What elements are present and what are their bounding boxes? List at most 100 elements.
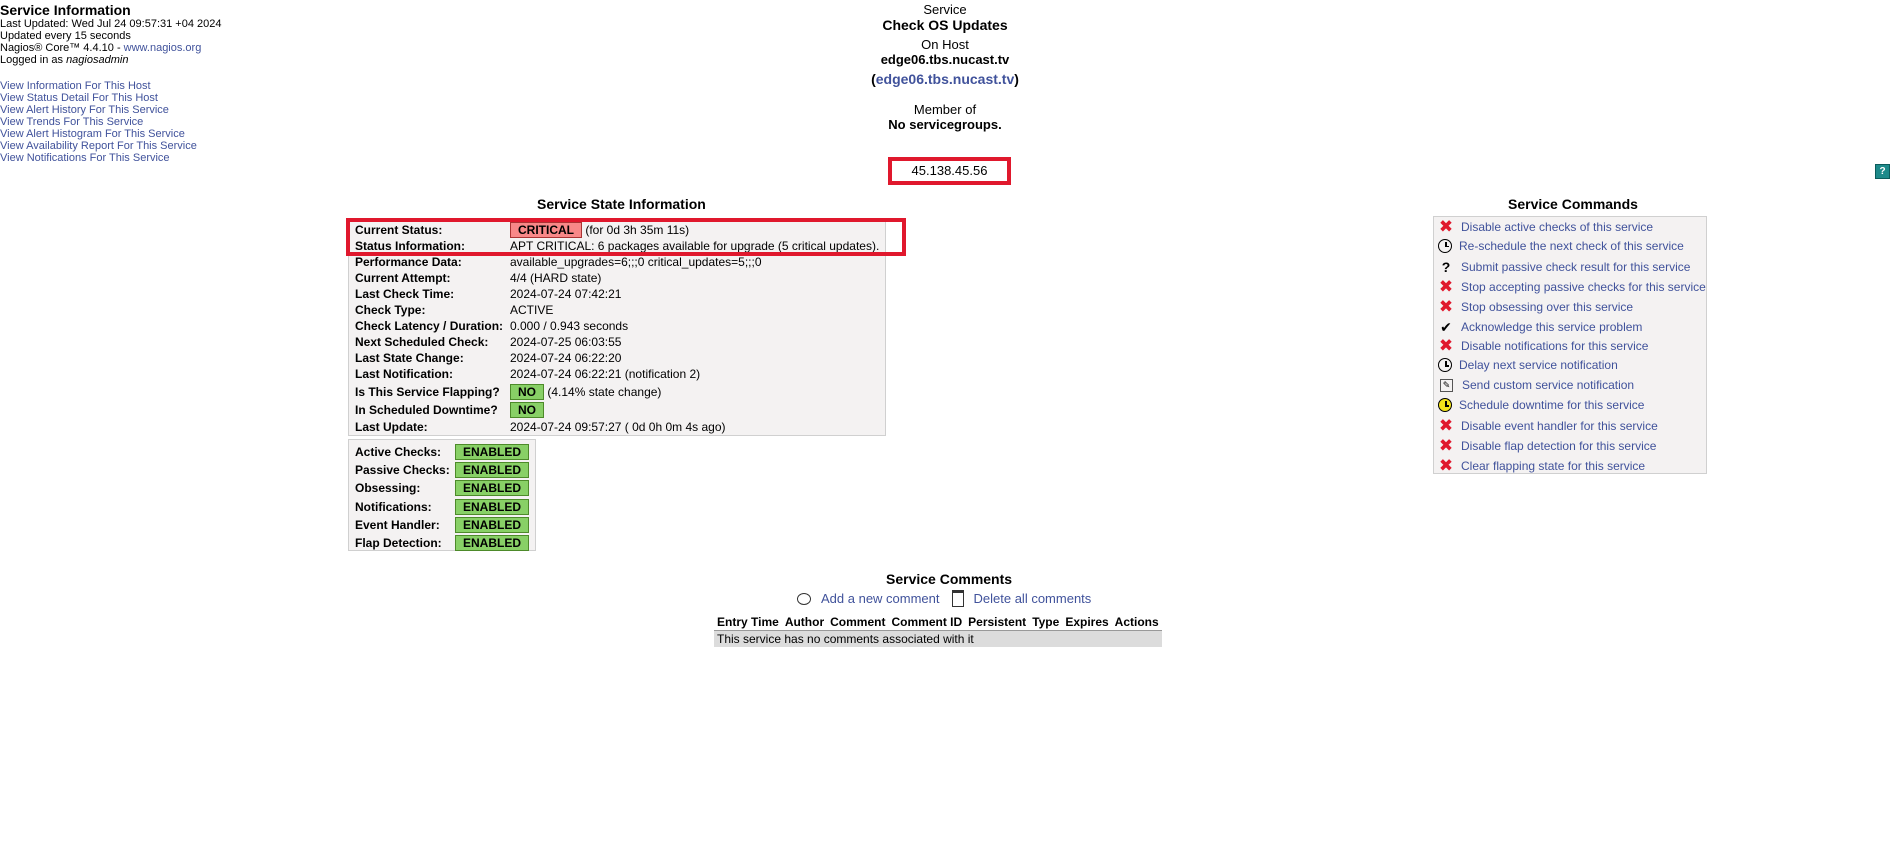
state-row-last-check-time: Last Check Time: 2024-07-24 07:42:21 bbox=[355, 287, 621, 301]
state-label: In Scheduled Downtime? bbox=[355, 403, 498, 417]
state-label: Status Information: bbox=[355, 239, 465, 253]
command-link[interactable]: Send custom service notification bbox=[1462, 378, 1634, 392]
column-expires: Expires bbox=[1062, 614, 1112, 631]
command-link[interactable]: Disable active checks of this service bbox=[1461, 220, 1653, 234]
state-row-check-type: Check Type: ACTIVE bbox=[355, 303, 553, 317]
comments-empty-row: This service has no comments associated … bbox=[714, 630, 1162, 647]
command-link[interactable]: Delay next service notification bbox=[1459, 358, 1618, 372]
state-label: Current Attempt: bbox=[355, 271, 451, 285]
state-label: Current Status: bbox=[355, 223, 443, 237]
delete-comments-link[interactable]: Delete all comments bbox=[974, 591, 1092, 606]
no-badge: NO bbox=[510, 402, 544, 418]
state-label: Check Type: bbox=[355, 303, 426, 317]
check-row-active-checks: Active Checks: ENABLED bbox=[355, 444, 530, 460]
nav-link-availability[interactable]: View Availability Report For This Servic… bbox=[0, 140, 197, 152]
state-row-in-scheduled-downtime: In Scheduled Downtime? NO bbox=[355, 402, 544, 418]
command-link[interactable]: Stop accepting passive checks for this s… bbox=[1461, 280, 1706, 294]
state-label: Performance Data: bbox=[355, 255, 462, 269]
state-value: ACTIVE bbox=[510, 303, 554, 317]
state-value: (for 0d 3h 35m 11s) bbox=[585, 223, 690, 237]
check-row-notifications: Notifications: ENABLED bbox=[355, 498, 530, 515]
command-disable-flap-detection-for-this-service[interactable]: ✖ Disable flap detection for this service bbox=[1438, 437, 1657, 454]
ip-address-box: 45.138.45.56 bbox=[888, 157, 1011, 185]
clock-icon bbox=[1438, 238, 1452, 253]
state-row-status-information: Status Information: APT CRITICAL: 6 packa… bbox=[355, 239, 879, 253]
command-schedule-downtime-for-this-service[interactable]: Schedule downtime for this service bbox=[1438, 398, 1644, 413]
state-row-last-state-change: Last State Change: 2024-07-24 06:22:20 bbox=[355, 351, 621, 365]
state-value: 2024-07-24 09:57:27 ( 0d 0h 0m 4s ago) bbox=[510, 420, 726, 434]
check-row-event-handler: Event Handler: ENABLED bbox=[355, 516, 530, 533]
question-icon: ? bbox=[1441, 258, 1451, 275]
command-link[interactable]: Stop obsessing over this service bbox=[1461, 300, 1633, 314]
state-label: Last Update: bbox=[355, 420, 428, 434]
red-x-icon: ✖ bbox=[1438, 296, 1454, 316]
command-link[interactable]: Clear flapping state for this service bbox=[1461, 459, 1645, 473]
check-label: Obsessing: bbox=[355, 481, 421, 496]
check-label: Flap Detection: bbox=[355, 536, 442, 550]
command-delay-next-service-notification[interactable]: Delay next service notification bbox=[1438, 358, 1618, 373]
command-disable-active-checks-of-this-service[interactable]: ✖ Disable active checks of this service bbox=[1438, 217, 1653, 236]
state-row-last-notification: Last Notification: 2024-07-24 06:22:21 (n… bbox=[355, 367, 700, 381]
nav-link-notifications[interactable]: View Notifications For This Service bbox=[0, 152, 170, 164]
command-clear-flapping-state-for-this-service[interactable]: ✖ Clear flapping state for this service bbox=[1438, 455, 1645, 475]
critical-badge: CRITICAL bbox=[510, 222, 582, 238]
red-x-icon: ✖ bbox=[1438, 276, 1454, 296]
command-stop-obsessing-over-this-service[interactable]: ✖ Stop obsessing over this service bbox=[1438, 296, 1633, 316]
check-label: Active Checks: bbox=[355, 445, 442, 459]
command-stop-accepting-passive-checks-for-this-service[interactable]: ✖ Stop accepting passive checks for this … bbox=[1438, 276, 1706, 296]
servicegroups: No servicegroups. bbox=[888, 117, 1002, 132]
command-link[interactable]: Submit passive check result for this ser… bbox=[1461, 260, 1690, 274]
downtime-clock-icon bbox=[1438, 398, 1452, 413]
state-label: Last State Change: bbox=[355, 351, 464, 365]
state-label: Next Scheduled Check: bbox=[355, 335, 489, 349]
state-value: APT CRITICAL: 6 packages available for u… bbox=[510, 239, 880, 253]
enabled-badge: ENABLED bbox=[455, 480, 530, 497]
member-label: Member of bbox=[913, 102, 977, 117]
command-disable-event-handler-for-this-service[interactable]: ✖ Disable event handler for this service bbox=[1438, 416, 1658, 435]
command-link[interactable]: Schedule downtime for this service bbox=[1459, 398, 1644, 412]
column-author: Author bbox=[781, 614, 828, 631]
state-value: 4/4 (HARD state) bbox=[510, 271, 602, 285]
command-disable-notifications-for-this-service[interactable]: ✖ Disable notifications for this service bbox=[1438, 337, 1649, 354]
help-icon[interactable]: ? bbox=[1875, 164, 1890, 179]
service-name: Check OS Updates bbox=[882, 17, 1008, 33]
red-x-icon: ✖ bbox=[1438, 217, 1454, 236]
add-comment-link[interactable]: Add a new comment bbox=[821, 591, 940, 606]
state-value: (4.14% state change) bbox=[547, 385, 662, 399]
column-comment-id: Comment ID bbox=[888, 614, 966, 631]
command-send-custom-service-notification[interactable]: ✎ Send custom service notification bbox=[1438, 378, 1634, 392]
command-re-schedule-the-next-check-of-this-service[interactable]: Re-schedule the next check of this servi… bbox=[1438, 238, 1684, 253]
service-label: Service bbox=[923, 2, 967, 17]
host-address: (edge06.tbs.nucast.tv) bbox=[871, 71, 1019, 87]
notification-icon: ✎ bbox=[1440, 378, 1453, 392]
column-persistent: Persistent bbox=[965, 614, 1030, 631]
command-link[interactable]: Acknowledge this service problem bbox=[1461, 320, 1642, 334]
host-address-link[interactable]: edge06.tbs.nucast.tv bbox=[876, 71, 1015, 87]
state-label: Is This Service Flapping? bbox=[355, 385, 500, 399]
check-label: Passive Checks: bbox=[355, 463, 450, 478]
comment-bubble-icon bbox=[797, 592, 811, 605]
state-row-current-attempt: Current Attempt: 4/4 (HARD state) bbox=[355, 271, 601, 285]
enabled-badge: ENABLED bbox=[455, 444, 530, 460]
command-link[interactable]: Re-schedule the next check of this servi… bbox=[1459, 239, 1684, 253]
red-x-icon: ✖ bbox=[1438, 416, 1454, 435]
command-acknowledge-this-service-problem[interactable]: ✔ Acknowledge this service problem bbox=[1438, 319, 1642, 335]
state-row-current-status: Current Status: CRITICAL (for 0d 3h 35m 1… bbox=[355, 222, 689, 238]
comments-title: Service Comments bbox=[886, 571, 1013, 587]
state-label: Last Notification: bbox=[355, 367, 453, 381]
command-link[interactable]: Disable event handler for this service bbox=[1461, 419, 1658, 433]
state-value: 2024-07-24 06:22:20 bbox=[510, 351, 622, 365]
comments-empty: This service has no comments associated … bbox=[714, 630, 1162, 647]
trash-icon bbox=[951, 590, 964, 607]
state-row-performance-data: Performance Data: available_upgrades=6;;;… bbox=[355, 255, 762, 269]
enabled-badge: ENABLED bbox=[455, 516, 530, 533]
red-x-icon: ✖ bbox=[1438, 455, 1454, 475]
command-link[interactable]: Disable notifications for this service bbox=[1461, 339, 1648, 353]
enabled-badge: ENABLED bbox=[455, 462, 530, 479]
checkmark-icon: ✔ bbox=[1440, 318, 1452, 335]
state-value: available_upgrades=6;;;0 critical_update… bbox=[510, 255, 762, 269]
enabled-badge: ENABLED bbox=[455, 498, 530, 515]
state-row-next-scheduled-check: Next Scheduled Check: 2024-07-25 06:03:55 bbox=[355, 335, 621, 349]
command-link[interactable]: Disable flap detection for this service bbox=[1461, 439, 1656, 453]
command-submit-passive-check-result-for-this-service[interactable]: ? Submit passive check result for this se… bbox=[1438, 258, 1691, 275]
